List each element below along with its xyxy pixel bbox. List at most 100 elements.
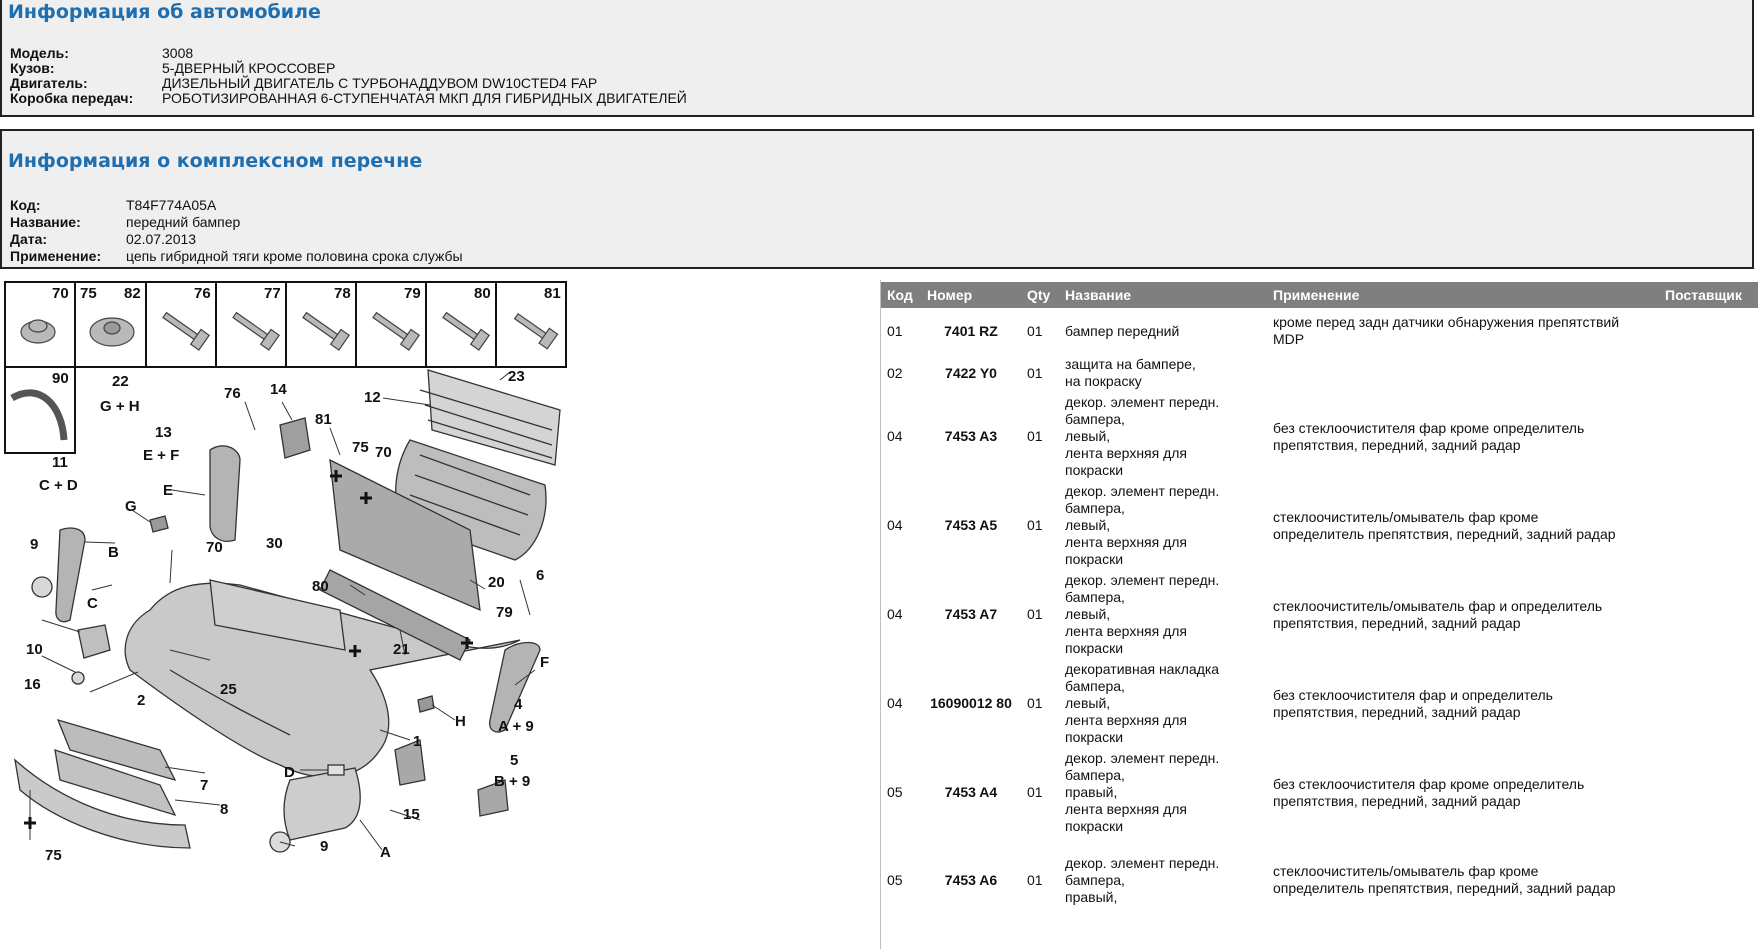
- kit-code-label: Код: [10, 197, 36, 213]
- callout-14: 14: [270, 381, 287, 398]
- callout-7: 7: [200, 777, 208, 794]
- part-name: декор. элемент передн. бампера, левый, лент…: [1059, 570, 1267, 659]
- callout-d: D: [284, 764, 295, 781]
- part-name: декор. элемент передн. бампера, правый, лен…: [1059, 748, 1267, 837]
- kit-info-fields: Код: T84F774A05A Название: передний бамп…: [10, 197, 463, 264]
- part-application-line: определитель препятствия, передний, задн…: [1273, 525, 1616, 542]
- part-name-line: покраски: [1065, 818, 1124, 834]
- part-number: 7453 A4: [944, 784, 998, 800]
- table-row[interactable]: 04 7453 A3 01 декор. элемент передн. бампера…: [881, 392, 1758, 481]
- part-application-line: препятствия, передний, задний радар: [1273, 792, 1521, 809]
- table-row[interactable]: 04 16090012 80 01 декоративная накладка бамп…: [881, 659, 1758, 748]
- parts-table: Код Номер Qty Название Применение Постав…: [881, 282, 1758, 923]
- part-supplier: [1659, 659, 1758, 748]
- callout-f: F: [540, 654, 549, 671]
- column-supplier[interactable]: Поставщик: [1659, 282, 1758, 308]
- fastener-number: 82: [124, 285, 141, 302]
- part-name-line: правый,: [1065, 888, 1118, 905]
- part-number: 16090012 80: [930, 695, 1012, 711]
- fastener-number: 78: [334, 285, 351, 302]
- part-supplier: [1659, 308, 1758, 354]
- table-row[interactable]: 05 7453 A4 01 декор. элемент передн. бампера…: [881, 748, 1758, 837]
- callout-25: 25: [220, 681, 237, 698]
- callout-a: A: [380, 844, 391, 861]
- callout-a-9: A + 9: [498, 718, 534, 735]
- part-application-line: препятствия, передний, задний радар: [1273, 614, 1521, 631]
- column-application[interactable]: Применение: [1267, 282, 1659, 308]
- callout-10: 10: [26, 641, 43, 658]
- callout-e-f: E + F: [143, 447, 179, 464]
- part-name-line: левый,: [1065, 606, 1111, 622]
- callout-30: 30: [266, 535, 283, 552]
- part-code: 05: [887, 871, 903, 888]
- part-name: бампер передний: [1059, 308, 1267, 354]
- vehicle-info-panel: Информация об автомобиле Модель: 3008 Ку…: [0, 0, 1754, 117]
- part-application-line: определитель препятствия, передний, задн…: [1273, 880, 1616, 896]
- part-supplier: [1659, 392, 1758, 481]
- table-row[interactable]: 05 7453 A6 01 декор. элемент передн. бампера…: [881, 837, 1758, 923]
- callout-22: 22: [112, 373, 129, 390]
- part-application-line: стеклоочиститель/омыватель фар кроме: [1273, 508, 1539, 525]
- part-name-line: лента верхняя для: [1065, 445, 1188, 461]
- gearbox-value: РОБОТИЗИРОВАННАЯ 6-СТУПЕНЧАТАЯ МКП ДЛЯ Г…: [162, 90, 687, 106]
- parts-table-container: Код Номер Qty Название Применение Постав…: [881, 282, 1758, 949]
- part-name-line: декор. элемент передн.: [1065, 854, 1220, 871]
- table-header-row: Код Номер Qty Название Применение Постав…: [881, 282, 1758, 308]
- kit-application-value: цепь гибридной тяги кроме половина срока…: [126, 248, 463, 264]
- part-code: 04: [887, 517, 903, 533]
- part-name-line: декор. элемент передн.: [1065, 750, 1220, 766]
- callout-8: 8: [220, 801, 228, 818]
- column-number[interactable]: Номер: [921, 282, 1021, 308]
- table-row[interactable]: 04 7453 A5 01 декор. элемент передн. бампера…: [881, 481, 1758, 570]
- table-row[interactable]: 04 7453 A7 01 декор. элемент передн. бампера…: [881, 570, 1758, 659]
- part-application: стеклоочиститель/омыватель фар кроме опре…: [1267, 837, 1659, 923]
- kit-name-label: Название: [10, 214, 77, 230]
- parts-diagram[interactable]: 70 75 82 76 77 78 79 80 81 90 22 G + H 1…: [0, 280, 880, 949]
- part-supplier: [1659, 748, 1758, 837]
- callout-79: 79: [496, 604, 513, 621]
- part-name-line: декор. элемент передн.: [1065, 483, 1220, 499]
- part-application-line: без стеклоочистителя фар и определитель: [1273, 686, 1553, 703]
- part-name-line: декоративная накладка: [1065, 661, 1220, 677]
- part-name: декор. элемент передн. бампера, левый, лент…: [1059, 392, 1267, 481]
- part-name-line: бампера,: [1065, 678, 1125, 694]
- callout-6: 6: [536, 567, 544, 584]
- callout-4: 4: [514, 696, 523, 713]
- part-supplier: [1659, 570, 1758, 659]
- part-application-line: препятствия, передний, задний радар: [1273, 436, 1521, 453]
- part-number: 7453 A6: [944, 871, 998, 888]
- part-qty: 01: [1027, 784, 1043, 800]
- part-qty: 01: [1027, 871, 1043, 888]
- callout-16: 16: [24, 676, 41, 693]
- part-application-line: препятствия, передний, задний радар: [1273, 703, 1521, 720]
- part-name-line: левый,: [1065, 428, 1111, 444]
- part-name-line: лента верхняя для: [1065, 712, 1188, 728]
- callout-1: 1: [413, 733, 421, 750]
- column-name[interactable]: Название: [1059, 282, 1267, 308]
- part-application-line: стеклоочиститель/омыватель фар и определ…: [1273, 597, 1603, 614]
- part-name-line: декор. элемент передн.: [1065, 572, 1220, 588]
- callout-c: C: [87, 595, 98, 612]
- callout-11: 11: [52, 454, 68, 471]
- callout-b-9: B + 9: [494, 773, 530, 790]
- callout-70-mid: 70: [206, 539, 223, 556]
- column-code[interactable]: Код: [881, 282, 921, 308]
- table-row[interactable]: 02 7422 Y0 01 защита на бампере, на покраску: [881, 354, 1758, 392]
- fastener-number: 77: [264, 285, 281, 302]
- part-application-line: без стеклоочистителя фар кроме определит…: [1273, 775, 1585, 792]
- part-supplier: [1659, 481, 1758, 570]
- part-name-line: защита на бампере,: [1065, 356, 1196, 372]
- callout-e: E: [163, 482, 173, 499]
- kit-code-value: T84F774A05A: [126, 197, 217, 213]
- column-qty[interactable]: Qty: [1021, 282, 1059, 308]
- callout-9-left: 9: [30, 536, 38, 553]
- table-row[interactable]: 01 7401 RZ 01 бампер передний кроме перед за…: [881, 308, 1758, 354]
- part-name-line: лента верхняя для: [1065, 623, 1188, 639]
- callout-b: B: [108, 544, 119, 561]
- callout-2: 2: [137, 692, 145, 709]
- callout-12: 12: [364, 389, 381, 406]
- kit-info-panel: Информация о комплексном перечне Код: T8…: [0, 129, 1754, 269]
- part-application-line: MDP: [1273, 331, 1305, 347]
- part-qty: 01: [1027, 606, 1043, 622]
- fastener-number: 80: [474, 285, 491, 302]
